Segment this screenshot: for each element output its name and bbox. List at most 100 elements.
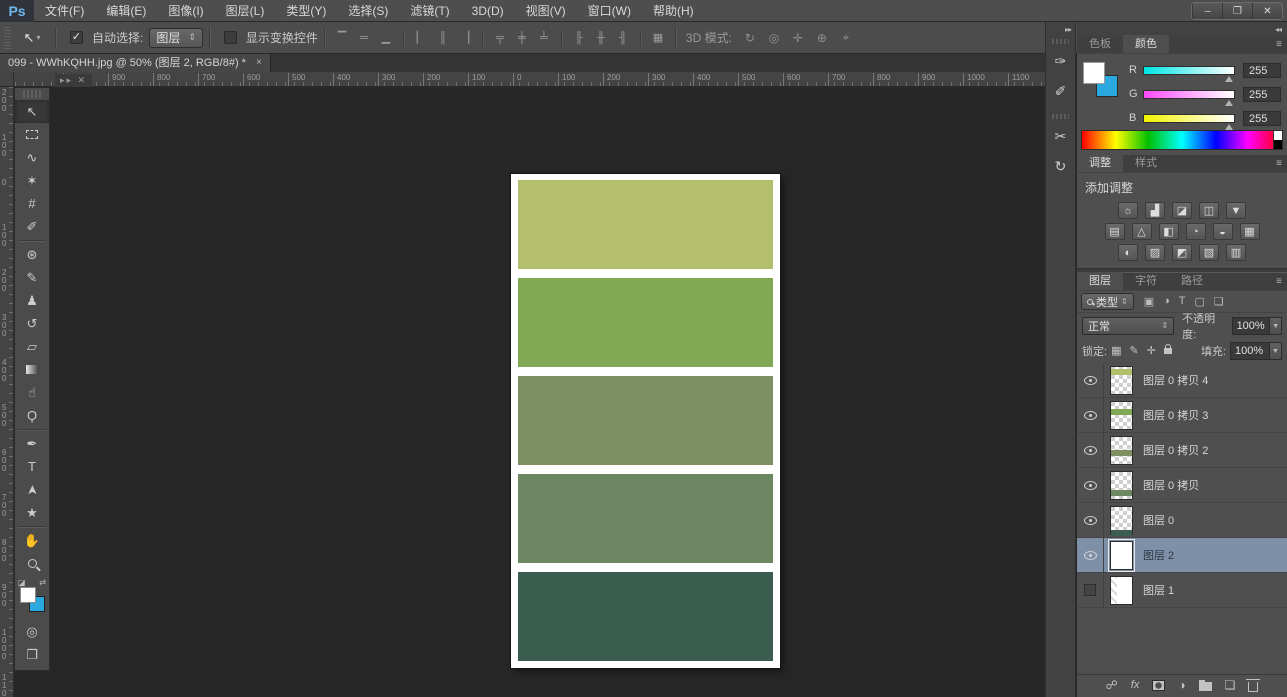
channel-slider-r[interactable]	[1143, 66, 1235, 75]
layer-styles-icon[interactable]: fx	[1131, 679, 1140, 691]
new-group-icon[interactable]	[1199, 679, 1212, 691]
layer-row[interactable]: 图层 0 拷贝	[1077, 468, 1287, 503]
rectangular-marquee-tool[interactable]	[15, 123, 49, 146]
layer-visibility-toggle[interactable]	[1077, 433, 1104, 468]
filter-shape-layers-icon[interactable]: ▢	[1195, 295, 1205, 308]
layer-thumbnail[interactable]	[1110, 576, 1133, 605]
zoom-tool[interactable]	[15, 552, 49, 575]
brightness-contrast-adjustment-icon[interactable]: ☼	[1118, 202, 1138, 219]
fill-value[interactable]: 100%	[1230, 342, 1270, 360]
menu-item-4[interactable]: 图层(L)	[215, 0, 276, 22]
crop-tool[interactable]: #	[15, 192, 49, 215]
quick-mask-button[interactable]: ◎	[15, 620, 49, 643]
clone-stamp-tool[interactable]: ♟	[15, 289, 49, 312]
color-spectrum-ramp[interactable]	[1081, 130, 1283, 150]
layer-row[interactable]: 图层 1	[1077, 573, 1287, 608]
spot-healing-brush-tool[interactable]: ⊛	[15, 243, 49, 266]
menu-item-9[interactable]: 视图(V)	[515, 0, 577, 22]
filter-type-layers-icon[interactable]: T	[1179, 295, 1186, 308]
3d-slide-icon[interactable]: ⊕	[810, 28, 834, 48]
quick-selection-tool[interactable]: ✶	[15, 169, 49, 192]
path-selection-tool[interactable]: ➤	[15, 478, 49, 501]
foreground-color-swatch[interactable]	[1083, 62, 1105, 84]
vibrance-adjustment-icon[interactable]: ▼	[1226, 202, 1246, 219]
new-layer-icon[interactable]: ❏	[1225, 678, 1236, 692]
eraser-tool[interactable]: ▱	[15, 335, 49, 358]
opacity-value[interactable]: 100%	[1232, 317, 1271, 335]
layer-thumbnail[interactable]	[1110, 506, 1133, 535]
layer-row[interactable]: 图层 0 拷贝 2	[1077, 433, 1287, 468]
layer-thumbnail[interactable]	[1110, 541, 1133, 570]
color-balance-adjustment-icon[interactable]: △	[1132, 223, 1152, 240]
gradient-tool[interactable]	[15, 358, 49, 381]
default-colors-icon[interactable]: ◪	[18, 578, 26, 587]
brush-presets-panel-icon[interactable]: ✐	[1048, 78, 1074, 104]
layer-row[interactable]: 图层 0 拷贝 4	[1077, 363, 1287, 398]
layer-thumbnail[interactable]	[1110, 471, 1133, 500]
color-lookup-adjustment-icon[interactable]: ▦	[1240, 223, 1260, 240]
channel-value-b[interactable]: 255	[1243, 111, 1281, 126]
delete-layer-icon[interactable]	[1248, 679, 1258, 692]
menu-item-3[interactable]: 图像(I)	[157, 0, 214, 22]
filter-pixel-layers-icon[interactable]: ▣	[1144, 295, 1154, 308]
layer-row[interactable]: 图层 0 拷贝 3	[1077, 398, 1287, 433]
custom-shape-tool[interactable]: ★	[15, 501, 49, 524]
color-tab-色板[interactable]: 色板	[1077, 35, 1123, 53]
3d-rotate-icon[interactable]: ↻	[738, 28, 762, 48]
layers-tab-字符[interactable]: 字符	[1123, 272, 1169, 290]
align-bottom-edges-icon[interactable]: ▁	[375, 28, 397, 48]
blend-mode-dropdown[interactable]: 正常 ⇕	[1082, 317, 1174, 335]
lock-transparent-pixels-icon[interactable]: ▦	[1111, 344, 1121, 357]
distribute-bottom-edges-icon[interactable]: ╧	[533, 28, 555, 48]
auto-align-layers-icon[interactable]: ▦	[647, 28, 669, 48]
move-tool[interactable]: ↖	[15, 100, 49, 123]
layer-visibility-toggle[interactable]	[1077, 398, 1104, 433]
brush-tool[interactable]: ✎	[15, 266, 49, 289]
adjust-tab-调整[interactable]: 调整	[1077, 154, 1123, 172]
type-tool[interactable]: T	[15, 455, 49, 478]
menu-item-1[interactable]: 文件(F)	[34, 0, 95, 22]
swap-colors-icon[interactable]: ⇄	[39, 578, 46, 587]
panel-menu-icon[interactable]: ≡	[1276, 39, 1282, 50]
fill-dropdown-icon[interactable]: ▼	[1270, 342, 1282, 360]
document-tab[interactable]: 099 - WWhKQHH.jpg @ 50% (图层 2, RGB/8#) *…	[0, 54, 271, 72]
auto-select-checkbox[interactable]: ✓	[70, 31, 83, 44]
3d-scale-icon[interactable]: ⌖	[834, 28, 858, 48]
menu-item-7[interactable]: 滤镜(T)	[399, 0, 460, 22]
layer-visibility-toggle[interactable]	[1077, 503, 1104, 538]
opacity-dropdown-icon[interactable]: ▼	[1270, 317, 1282, 335]
channel-slider-g[interactable]	[1143, 90, 1235, 99]
hand-tool[interactable]: ✋	[15, 529, 49, 552]
layer-row[interactable]: 图层 0	[1077, 503, 1287, 538]
3d-drag-icon[interactable]: ✛	[786, 28, 810, 48]
exposure-adjustment-icon[interactable]: ◫	[1199, 202, 1219, 219]
minimize-button[interactable]: –	[1192, 3, 1222, 19]
hue-saturation-adjustment-icon[interactable]: ▤	[1105, 223, 1125, 240]
eyedropper-tool[interactable]: ✐	[15, 215, 49, 238]
menu-item-6[interactable]: 选择(S)	[337, 0, 399, 22]
expand-dock-icon[interactable]: ▸▸	[1046, 22, 1075, 36]
layers-tab-路径[interactable]: 路径	[1169, 272, 1215, 290]
clone-source-panel-icon[interactable]: ↻	[1048, 153, 1074, 179]
channel-value-g[interactable]: 255	[1243, 87, 1281, 102]
tab-close-icon[interactable]: ×	[256, 54, 262, 72]
menu-item-11[interactable]: 帮助(H)	[642, 0, 705, 22]
channel-slider-b[interactable]	[1143, 114, 1235, 123]
black-and-white-adjustment-icon[interactable]: ◧	[1159, 223, 1179, 240]
add-layer-mask-icon[interactable]	[1152, 680, 1165, 691]
restore-button[interactable]: ❐	[1222, 3, 1252, 19]
align-horizontal-centers-icon[interactable]: ║	[432, 28, 454, 48]
layer-thumbnail[interactable]	[1110, 436, 1133, 465]
layer-row[interactable]: 图层 2	[1077, 538, 1287, 573]
curves-adjustment-icon[interactable]: ◪	[1172, 202, 1192, 219]
lasso-tool[interactable]: ∿	[15, 146, 49, 169]
threshold-adjustment-icon[interactable]: ◩	[1172, 244, 1192, 261]
menu-item-10[interactable]: 窗口(W)	[577, 0, 642, 22]
color-tab-颜色[interactable]: 颜色	[1123, 35, 1169, 53]
photo-filter-adjustment-icon[interactable]: ◔	[1186, 223, 1206, 240]
tab-overflow-controls[interactable]: ▸▸ ✕	[55, 74, 92, 87]
foreground-color-swatch[interactable]	[20, 587, 36, 603]
panel-menu-icon[interactable]: ≡	[1276, 158, 1282, 169]
gradient-map-adjustment-icon[interactable]: ▥	[1226, 244, 1246, 261]
dodge-tool[interactable]: Ϙ	[15, 404, 49, 427]
